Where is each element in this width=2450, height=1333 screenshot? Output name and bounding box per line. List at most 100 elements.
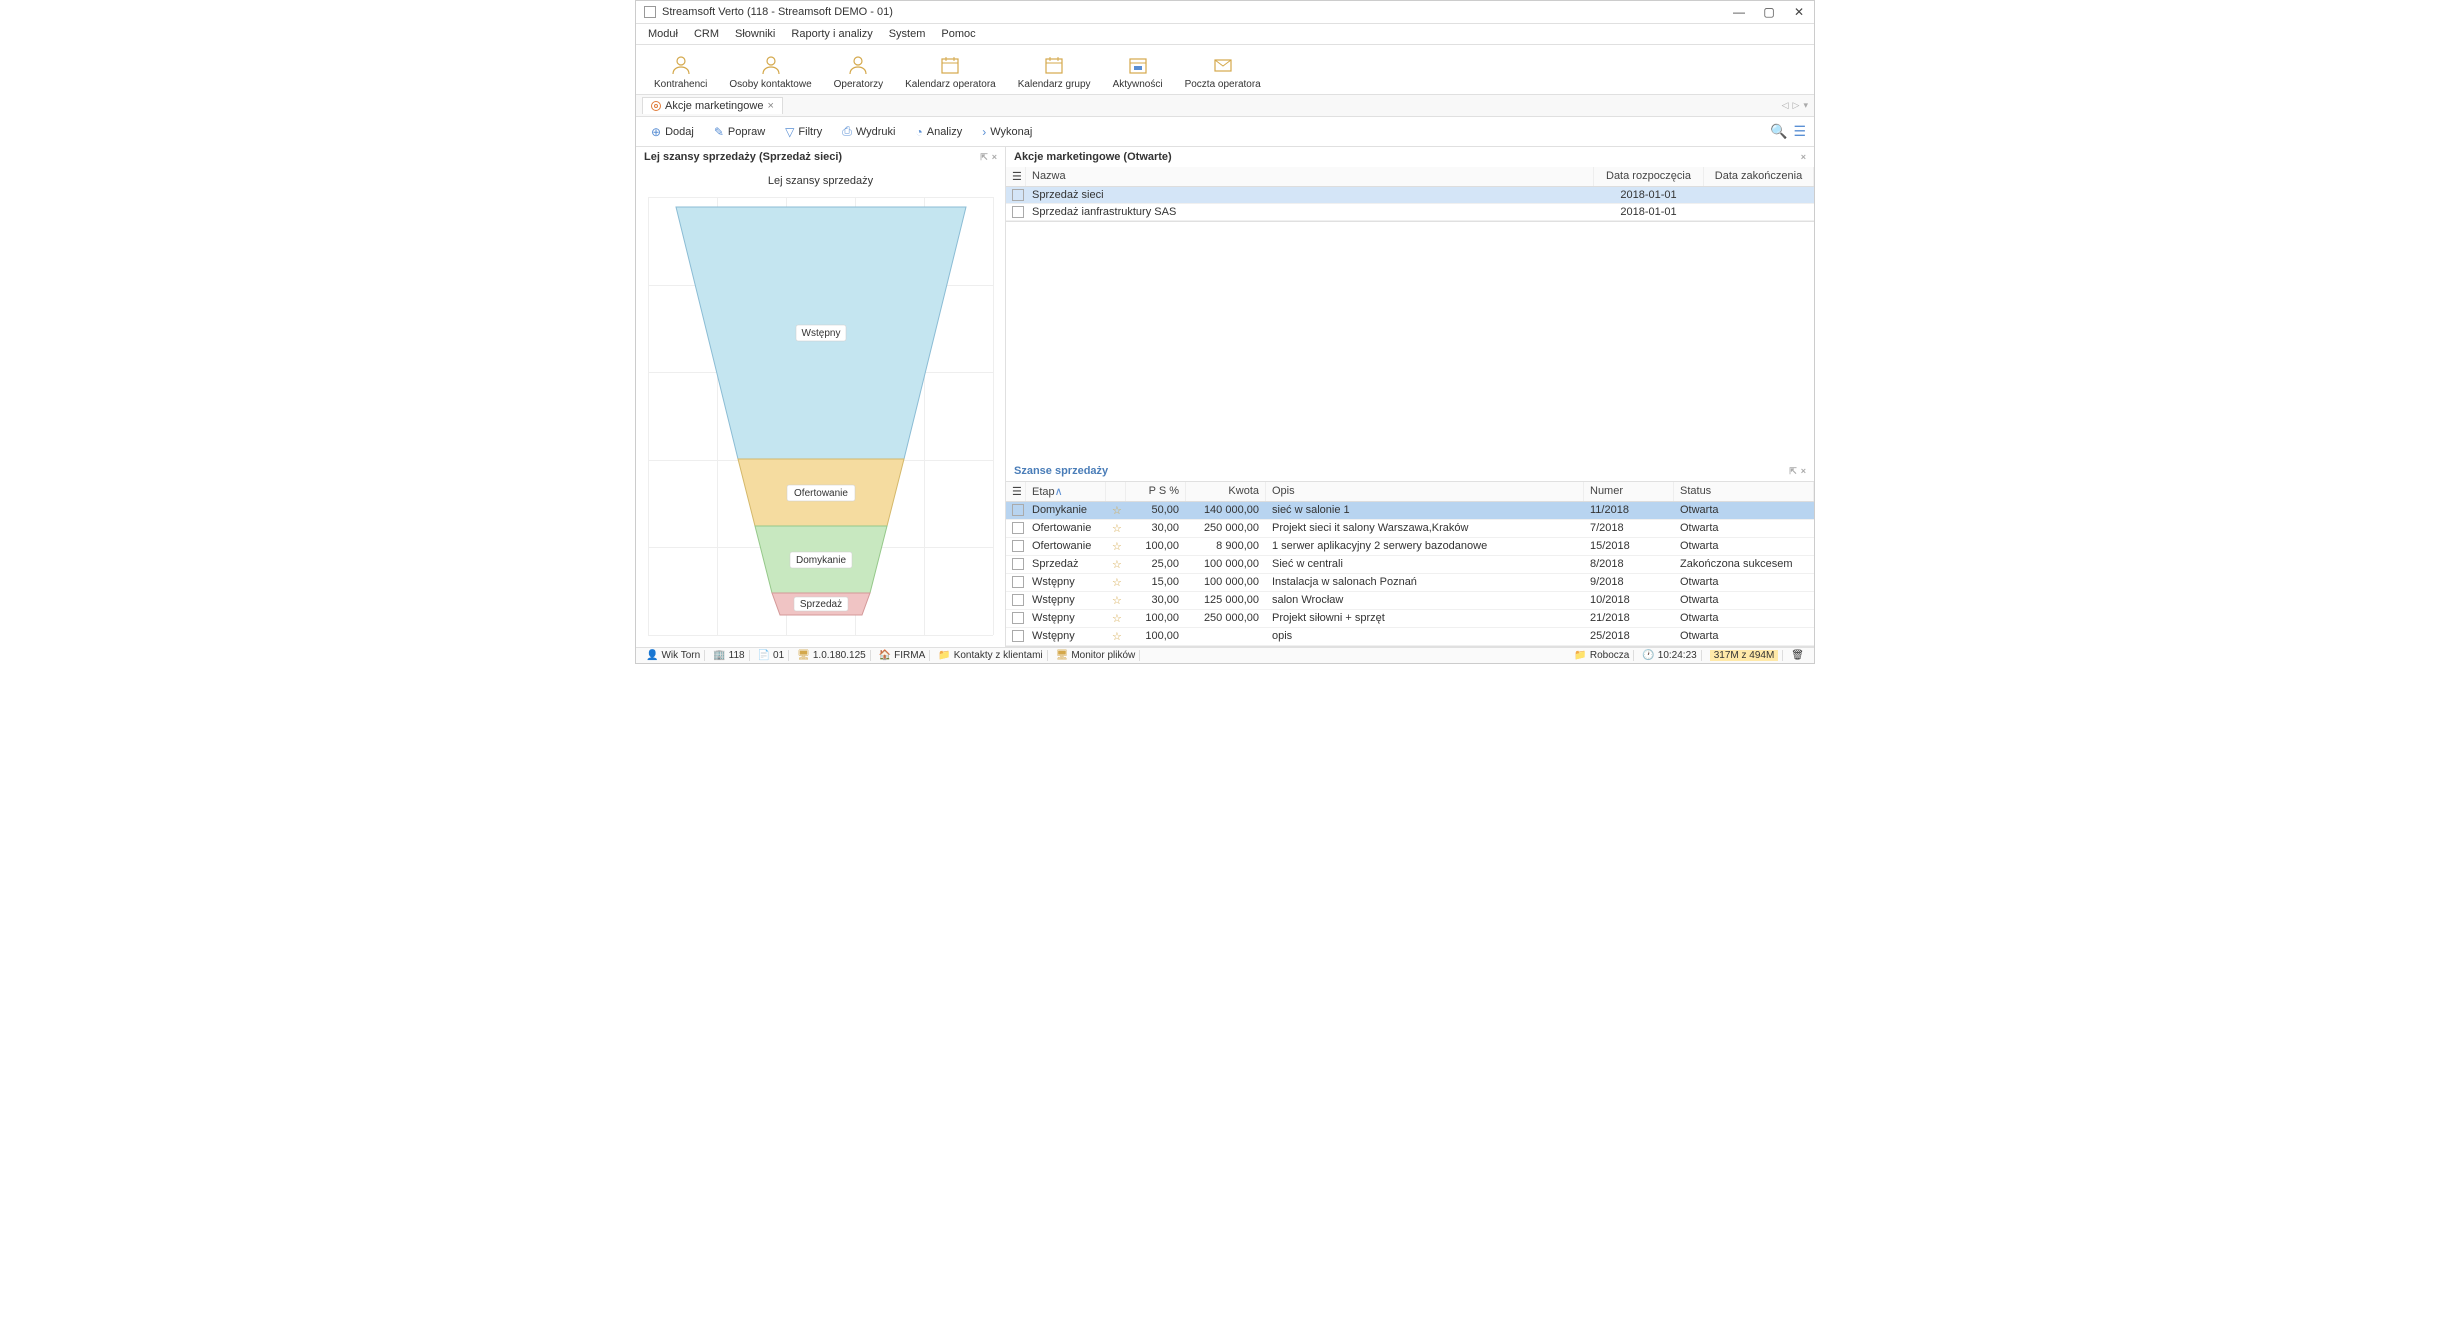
cell-opis: Projekt sieci it salony Warszawa,Kraków — [1266, 520, 1584, 537]
ribbon-poczta[interactable]: Poczta operatora — [1175, 51, 1271, 92]
popraw-button[interactable]: ✎Popraw — [707, 122, 772, 142]
person-icon — [844, 53, 872, 77]
ribbon-kontrahenci[interactable]: Kontrahenci — [644, 51, 717, 92]
star-icon[interactable]: ☆ — [1112, 613, 1122, 625]
ribbon-operatorzy[interactable]: Operatorzy — [824, 51, 893, 92]
statusbar: 👤Wik Torn 🏢118 📄01 🖥1.0.180.125 🏠FIRMA 📁… — [636, 647, 1814, 663]
cell-status: Otwarta — [1674, 520, 1814, 537]
table-row[interactable]: Wstępny☆30,00125 000,00salon Wrocław10/2… — [1006, 592, 1814, 610]
filtry-button[interactable]: ▽Filtry — [778, 122, 829, 142]
checkbox[interactable] — [1012, 522, 1024, 534]
trash-icon[interactable]: 🗑 — [1791, 650, 1804, 661]
ribbon-kalendarz-grupy[interactable]: Kalendarz grupy — [1008, 51, 1101, 92]
menu-icon[interactable]: ☰ — [1793, 123, 1806, 140]
table-row[interactable]: Domykanie☆50,00140 000,00sieć w salonie … — [1006, 502, 1814, 520]
column-numer[interactable]: Numer — [1584, 482, 1674, 501]
ribbon-label: Kalendarz grupy — [1018, 79, 1091, 90]
checkbox[interactable] — [1012, 558, 1024, 570]
menu-modul[interactable]: Moduł — [642, 26, 684, 42]
tab-nav-prev[interactable]: ◁ — [1782, 100, 1789, 111]
cell-status: Otwarta — [1674, 628, 1814, 645]
home-icon: 🏠 — [879, 650, 891, 661]
cell-data-rozp: 2018-01-01 — [1594, 204, 1704, 220]
column-select[interactable]: ☰ — [1006, 167, 1026, 186]
checkbox[interactable] — [1012, 576, 1024, 588]
minimize-button[interactable]: — — [1732, 5, 1746, 19]
cell-ps: 50,00 — [1126, 502, 1186, 519]
star-icon[interactable]: ☆ — [1112, 631, 1122, 643]
close-button[interactable]: ✕ — [1792, 5, 1806, 19]
table-row[interactable]: Wstępny☆15,00100 000,00Instalacja w salo… — [1006, 574, 1814, 592]
maximize-button[interactable]: ▢ — [1762, 5, 1776, 19]
tab-nav-next[interactable]: ▷ — [1793, 100, 1800, 111]
menu-crm[interactable]: CRM — [688, 26, 725, 42]
menu-raporty[interactable]: Raporty i analizy — [785, 26, 878, 42]
column-select[interactable]: ☰ — [1006, 482, 1026, 501]
column-data-rozp[interactable]: Data rozpoczęcia — [1594, 167, 1704, 186]
column-nazwa[interactable]: Nazwa — [1026, 167, 1594, 186]
checkbox[interactable] — [1012, 189, 1024, 201]
panel-pin-icon[interactable]: ⇱ — [980, 152, 988, 163]
table-row[interactable]: Sprzedaż ianfrastruktury SAS2018-01-01 — [1006, 204, 1814, 221]
star-icon[interactable]: ☆ — [1112, 523, 1122, 535]
column-star[interactable] — [1106, 482, 1126, 501]
wykonaj-button[interactable]: ›Wykonaj — [975, 122, 1039, 142]
column-kwota[interactable]: Kwota — [1186, 482, 1266, 501]
cell-numer: 8/2018 — [1584, 556, 1674, 573]
menu-pomoc[interactable]: Pomoc — [935, 26, 981, 42]
table-row[interactable]: Ofertowanie☆100,008 900,001 serwer aplik… — [1006, 538, 1814, 556]
ribbon-aktywnosci[interactable]: Aktywności — [1103, 51, 1173, 92]
checkbox[interactable] — [1012, 612, 1024, 624]
tab-list-button[interactable]: ▾ — [1803, 100, 1808, 111]
table-row[interactable]: Sprzedaż☆25,00100 000,00Sieć w centrali8… — [1006, 556, 1814, 574]
titlebar: Streamsoft Verto (118 - Streamsoft DEMO … — [636, 1, 1814, 24]
table-row[interactable]: Wstępny☆100,00opis25/2018Otwarta — [1006, 628, 1814, 646]
column-opis[interactable]: Opis — [1266, 482, 1584, 501]
ribbon-osoby[interactable]: Osoby kontaktowe — [719, 51, 821, 92]
checkbox[interactable] — [1012, 206, 1024, 218]
tab-akcje-marketingowe[interactable]: Akcje marketingowe × — [642, 97, 783, 114]
cell-kwota — [1186, 628, 1266, 645]
cell-etap: Wstępny — [1026, 610, 1106, 627]
table-row[interactable]: Wstępny☆100,00250 000,00Projekt siłowni … — [1006, 610, 1814, 628]
panel-close-icon[interactable]: × — [1801, 152, 1806, 162]
star-icon[interactable]: ☆ — [1112, 541, 1122, 553]
star-icon[interactable]: ☆ — [1112, 577, 1122, 589]
cell-kwota: 140 000,00 — [1186, 502, 1266, 519]
panel-close-icon[interactable]: × — [1801, 466, 1806, 477]
star-icon[interactable]: ☆ — [1112, 505, 1122, 517]
table-row[interactable]: Sprzedaż sieci2018-01-01 — [1006, 187, 1814, 204]
ribbon-label: Kalendarz operatora — [905, 79, 996, 90]
dodaj-button[interactable]: ⊕Dodaj — [644, 122, 701, 142]
checkbox[interactable] — [1012, 630, 1024, 642]
cell-status: Otwarta — [1674, 592, 1814, 609]
wydruki-button[interactable]: ⎙Wydruki — [835, 121, 902, 142]
table-row[interactable]: Ofertowanie☆30,00250 000,00Projekt sieci… — [1006, 520, 1814, 538]
cell-data-zak — [1704, 187, 1814, 203]
menu-slowniki[interactable]: Słowniki — [729, 26, 781, 42]
checkbox[interactable] — [1012, 504, 1024, 516]
cell-opis: sieć w salonie 1 — [1266, 502, 1584, 519]
right-panel: Akcje marketingowe (Otwarte) × ☰ Nazwa D… — [1006, 147, 1814, 647]
panel-close-icon[interactable]: × — [992, 152, 997, 163]
checkbox[interactable] — [1012, 594, 1024, 606]
menu-system[interactable]: System — [883, 26, 932, 42]
analizy-button[interactable]: ◔Analizy — [908, 122, 969, 142]
cell-etap: Ofertowanie — [1026, 538, 1106, 555]
column-ps[interactable]: P S % — [1126, 482, 1186, 501]
cell-kwota: 100 000,00 — [1186, 556, 1266, 573]
star-icon[interactable]: ☆ — [1112, 559, 1122, 571]
checkbox[interactable] — [1012, 540, 1024, 552]
panel-pin-icon[interactable]: ⇱ — [1789, 466, 1797, 477]
cell-nazwa: Sprzedaż sieci — [1026, 187, 1594, 203]
ribbon-label: Osoby kontaktowe — [729, 79, 811, 90]
column-data-zak[interactable]: Data zakończenia — [1704, 167, 1814, 186]
cell-status: Otwarta — [1674, 574, 1814, 591]
star-icon[interactable]: ☆ — [1112, 595, 1122, 607]
left-panel-header: Lej szansy sprzedaży (Sprzedaż sieci) ⇱× — [636, 147, 1005, 167]
column-etap[interactable]: Etap∧ — [1026, 482, 1106, 501]
tab-close-button[interactable]: × — [767, 100, 773, 112]
column-status[interactable]: Status — [1674, 482, 1814, 501]
ribbon-kalendarz-operatora[interactable]: Kalendarz operatora — [895, 51, 1006, 92]
search-icon[interactable]: 🔍 — [1770, 123, 1787, 140]
